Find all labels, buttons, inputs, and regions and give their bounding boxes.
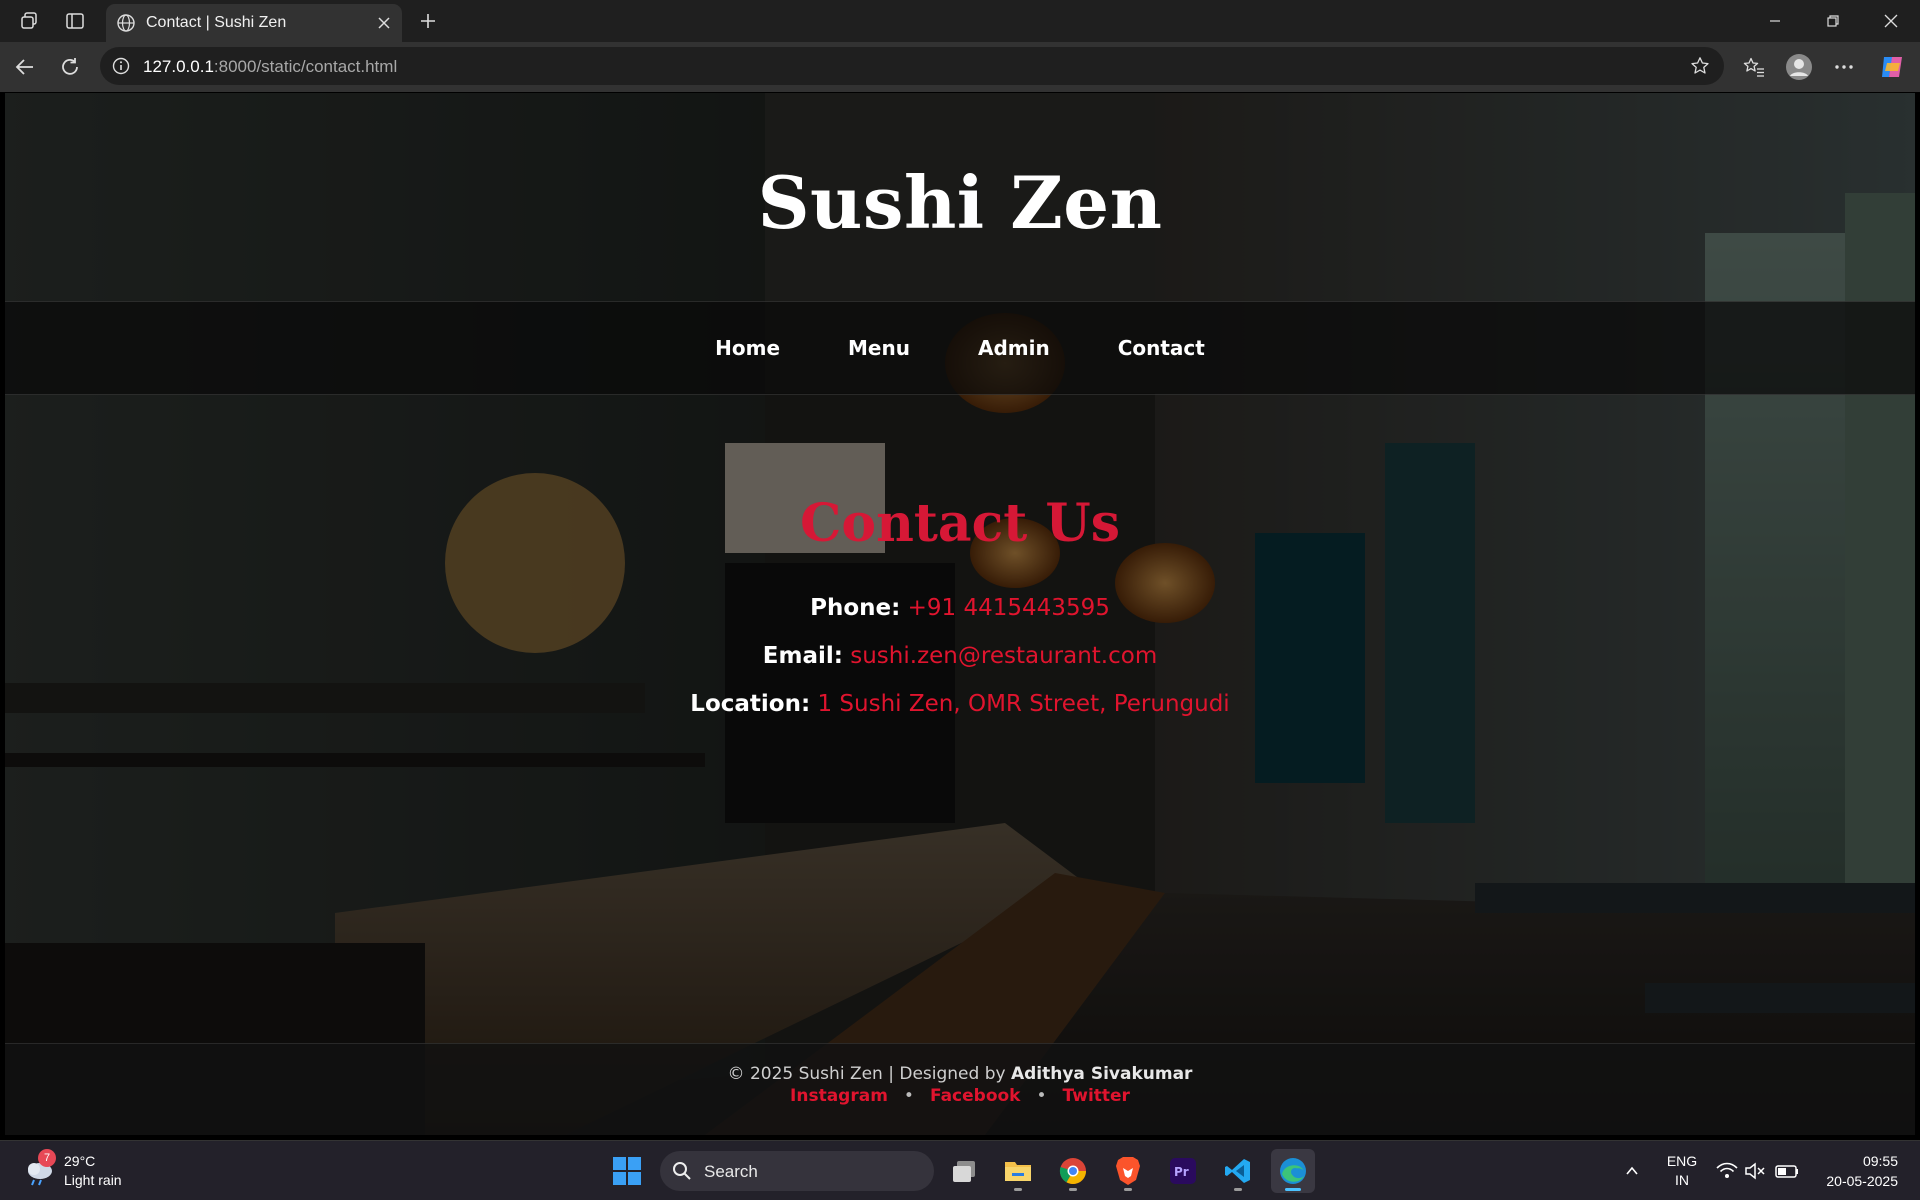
brave-button[interactable] bbox=[1106, 1149, 1150, 1193]
system-clock[interactable]: 09:55 20-05-2025 bbox=[1826, 1151, 1898, 1191]
footer-copyright: © 2025 Sushi Zen | Designed by Adithya S… bbox=[5, 1064, 1915, 1084]
weather-description: Light rain bbox=[64, 1172, 122, 1188]
facebook-link[interactable]: Facebook bbox=[930, 1086, 1021, 1106]
weather-widget[interactable]: 7 29°C Light rain bbox=[22, 1149, 142, 1193]
file-explorer-button[interactable] bbox=[996, 1149, 1040, 1193]
location-value[interactable]: 1 Sushi Zen, OMR Street, Perungudi bbox=[817, 691, 1229, 717]
new-tab-icon[interactable] bbox=[414, 7, 442, 35]
copyright-text: © 2025 Sushi Zen | Designed by bbox=[727, 1064, 1006, 1084]
workspaces-icon[interactable] bbox=[16, 8, 42, 34]
search-placeholder: Search bbox=[704, 1162, 758, 1181]
start-button[interactable] bbox=[605, 1149, 649, 1193]
lang-region: IN bbox=[1675, 1172, 1689, 1188]
contact-heading: Contact Us bbox=[800, 493, 1120, 554]
task-view-button[interactable] bbox=[942, 1149, 986, 1193]
running-indicator bbox=[1069, 1188, 1077, 1191]
copilot-icon[interactable] bbox=[1876, 51, 1908, 83]
link-separator: • bbox=[903, 1086, 914, 1106]
back-arrow-icon[interactable] bbox=[10, 52, 40, 82]
close-tab-icon[interactable] bbox=[374, 13, 394, 33]
system-tray-icons[interactable] bbox=[1714, 1159, 1804, 1183]
running-indicator bbox=[1234, 1188, 1242, 1191]
favorite-star-icon[interactable] bbox=[1688, 54, 1712, 78]
vscode-button[interactable] bbox=[1216, 1149, 1260, 1193]
edge-button[interactable] bbox=[1271, 1149, 1315, 1193]
active-indicator bbox=[1285, 1188, 1301, 1191]
close-window-icon[interactable] bbox=[1863, 6, 1919, 36]
link-separator: • bbox=[1036, 1086, 1047, 1106]
windows-logo-icon bbox=[613, 1157, 641, 1185]
url-host: 127.0.0.1 bbox=[143, 57, 214, 76]
site-info-icon[interactable] bbox=[110, 55, 132, 77]
running-indicator bbox=[1014, 1188, 1022, 1191]
battery-icon bbox=[1775, 1165, 1798, 1178]
contact-email: Email: sushi.zen@restaurant.com bbox=[5, 632, 1915, 680]
vertical-tabs-icon[interactable] bbox=[62, 8, 88, 34]
page-viewport: Sushi Zen Home Menu Admin Contact Contac… bbox=[5, 93, 1915, 1135]
designer-name: Adithya Sivakumar bbox=[1010, 1064, 1193, 1084]
site-footer: © 2025 Sushi Zen | Designed by Adithya S… bbox=[5, 1043, 1915, 1135]
location-label: Location: bbox=[690, 691, 811, 717]
url-text[interactable]: 127.0.0.1:8000/static/contact.html bbox=[143, 57, 397, 77]
tab-title: Contact | Sushi Zen bbox=[146, 14, 287, 31]
favorites-icon[interactable] bbox=[1738, 51, 1770, 83]
minimize-icon[interactable] bbox=[1747, 6, 1803, 36]
browser-toolbar: 127.0.0.1:8000/static/contact.html bbox=[0, 42, 1920, 92]
site-title: Sushi Zen bbox=[757, 159, 1163, 245]
address-bar[interactable]: 127.0.0.1:8000/static/contact.html bbox=[100, 47, 1724, 85]
premiere-pro-button[interactable]: Pr bbox=[1161, 1149, 1205, 1193]
instagram-link[interactable]: Instagram bbox=[790, 1086, 888, 1106]
contact-phone: Phone: +91 4415443595 bbox=[5, 584, 1915, 632]
clock-date: 20-05-2025 bbox=[1826, 1173, 1898, 1189]
nav-link-contact[interactable]: Contact bbox=[1084, 336, 1239, 360]
twitter-link[interactable]: Twitter bbox=[1063, 1086, 1130, 1106]
chrome-icon bbox=[1059, 1158, 1087, 1185]
show-hidden-icons-chevron-icon[interactable] bbox=[1620, 1159, 1644, 1183]
nav-link-home[interactable]: Home bbox=[681, 336, 814, 360]
restore-icon[interactable] bbox=[1805, 6, 1861, 36]
edge-icon bbox=[1280, 1158, 1306, 1184]
email-label: Email: bbox=[762, 643, 843, 669]
browser-tab-bar: Contact | Sushi Zen bbox=[0, 0, 1920, 42]
profile-avatar-icon[interactable] bbox=[1783, 51, 1815, 83]
windows-taskbar: 7 29°C Light rain Search Pr ENG IN 09:55… bbox=[0, 1140, 1920, 1200]
volume-muted-icon bbox=[1745, 1162, 1765, 1180]
wifi-icon bbox=[1716, 1162, 1738, 1178]
folder-icon bbox=[1005, 1162, 1031, 1181]
premiere-pro-icon: Pr bbox=[1170, 1158, 1196, 1184]
weather-badge: 7 bbox=[38, 1149, 56, 1167]
taskbar-search-box[interactable]: Search bbox=[660, 1151, 934, 1191]
contact-location: Location: 1 Sushi Zen, OMR Street, Perun… bbox=[5, 680, 1915, 728]
svg-text:Pr: Pr bbox=[1174, 1165, 1189, 1179]
globe-icon bbox=[114, 11, 138, 35]
weather-temperature: 29°C bbox=[64, 1153, 96, 1169]
nav-link-admin[interactable]: Admin bbox=[944, 336, 1084, 360]
task-view-icon bbox=[953, 1161, 975, 1182]
site-header: Sushi Zen bbox=[5, 93, 1915, 301]
input-language-indicator[interactable]: ENG IN bbox=[1664, 1152, 1700, 1190]
search-icon bbox=[673, 1162, 691, 1180]
contact-section: Contact Us Phone: +91 4415443595 Email: … bbox=[5, 493, 1915, 728]
phone-value[interactable]: +91 4415443595 bbox=[908, 595, 1110, 621]
footer-social-links: Instagram • Facebook • Twitter bbox=[5, 1086, 1915, 1106]
email-value[interactable]: sushi.zen@restaurant.com bbox=[850, 643, 1157, 669]
reload-icon[interactable] bbox=[55, 52, 85, 82]
nav-link-menu[interactable]: Menu bbox=[814, 336, 944, 360]
chrome-button[interactable] bbox=[1051, 1149, 1095, 1193]
phone-label: Phone: bbox=[810, 595, 901, 621]
lang-code: ENG bbox=[1666, 1153, 1698, 1169]
active-tab[interactable]: Contact | Sushi Zen bbox=[106, 4, 402, 42]
brave-lion-icon bbox=[1116, 1157, 1140, 1185]
more-options-icon[interactable] bbox=[1828, 51, 1860, 83]
running-indicator bbox=[1124, 1188, 1132, 1191]
clock-time: 09:55 bbox=[1862, 1153, 1898, 1169]
vscode-icon bbox=[1225, 1159, 1250, 1183]
site-nav: Home Menu Admin Contact bbox=[5, 301, 1915, 395]
url-path: :8000/static/contact.html bbox=[213, 57, 398, 76]
